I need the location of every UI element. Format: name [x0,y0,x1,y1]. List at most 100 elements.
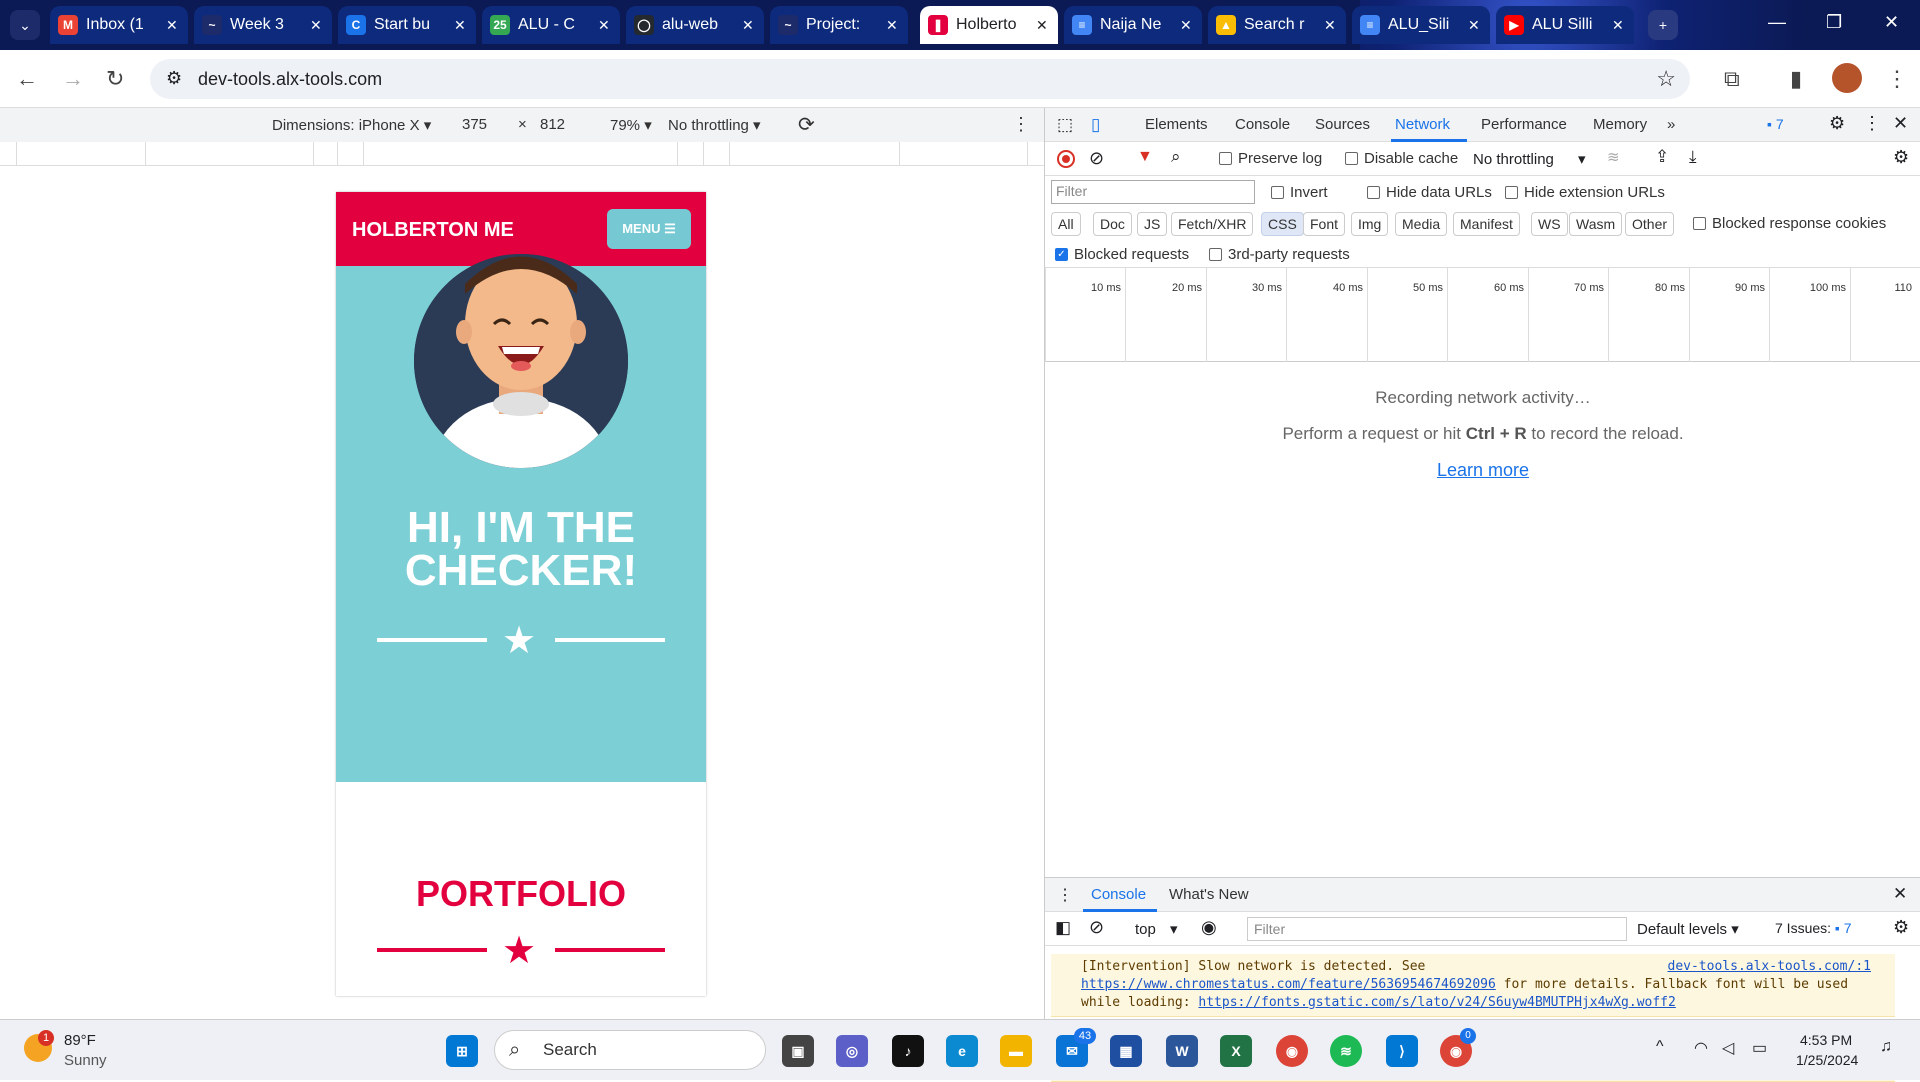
side-panel-icon[interactable]: ▮ [1790,66,1802,92]
device-select[interactable]: Dimensions: iPhone X ▾ [272,116,431,134]
tray-chevron-icon[interactable]: ^ [1656,1038,1664,1056]
devtools-menu-icon[interactable]: ⋮ [1863,113,1881,134]
console-settings-icon[interactable]: ⚙ [1893,917,1909,938]
issues-badge[interactable]: ▪ 7 [1767,116,1784,132]
hide-data-urls-checkbox[interactable]: Hide data URLs [1367,184,1492,201]
word-icon[interactable]: W [1166,1035,1198,1067]
export-har-icon[interactable]: ⤓ [1689,147,1697,167]
network-filter-input[interactable]: Filter [1051,180,1255,204]
tab-memory[interactable]: Memory [1593,116,1647,133]
browser-tab[interactable]: ▶ ALU Silli ✕ [1496,6,1634,44]
kebab-menu-icon[interactable]: ⋮ [1886,66,1908,92]
clock-date[interactable]: 1/25/2024 [1796,1052,1858,1068]
browser-tab[interactable]: ◯ alu-web ✕ [626,6,764,44]
close-tab-icon[interactable]: ✕ [1036,17,1050,34]
clear-console-icon[interactable]: ⊘ [1089,917,1104,938]
more-tabs-icon[interactable]: » [1667,116,1675,133]
issues-link[interactable]: 7 Issues: ▪ 7 [1775,920,1852,936]
type-fetch-xhr[interactable]: Fetch/XHR [1171,212,1254,236]
third-party-checkbox[interactable]: 3rd-party requests [1209,246,1350,263]
hide-extension-urls-checkbox[interactable]: Hide extension URLs [1505,184,1665,201]
console-filter-input[interactable]: Filter [1247,917,1627,941]
temperature[interactable]: 89°F [64,1032,96,1049]
height-field[interactable]: 812 [540,116,565,133]
close-tab-icon[interactable]: ✕ [1468,17,1482,34]
store-icon[interactable]: ▦ [1110,1035,1142,1067]
type-media[interactable]: Media [1395,212,1448,236]
type-css[interactable]: CSS [1261,212,1304,236]
spotify-icon[interactable]: ≋ [1330,1035,1362,1067]
type-doc[interactable]: Doc [1093,212,1132,236]
teams-icon[interactable]: ◎ [836,1035,868,1067]
close-tab-icon[interactable]: ✕ [886,17,900,34]
network-conditions-icon[interactable]: ≋ [1607,148,1620,166]
browser-tab[interactable]: C Start bu ✕ [338,6,476,44]
message-source[interactable]: dev-tools.alx-tools.com/:1 [1668,958,1872,976]
tab-elements[interactable]: Elements [1145,116,1208,133]
browser-tab[interactable]: M Inbox (1 ✕ [50,6,188,44]
learn-more-link[interactable]: Learn more [1437,460,1529,480]
edge-icon[interactable]: e [946,1035,978,1067]
brand-logo[interactable]: HOLBERTON ME [352,219,514,242]
browser-tab[interactable]: ▲ Search r ✕ [1208,6,1346,44]
taskbar-search[interactable]: ⌕ Search [494,1030,766,1070]
volume-icon[interactable]: ◁ [1722,1038,1734,1058]
blocked-requests-checkbox[interactable]: ✓ Blocked requests [1055,246,1189,263]
zoom-select[interactable]: 79% ▾ [610,116,652,134]
levels-select[interactable]: Default levels ▾ [1637,920,1739,938]
browser-tab[interactable]: 25 ALU - C ✕ [482,6,620,44]
browser-tab[interactable]: ≡ ALU_Sili ✕ [1352,6,1490,44]
sidebar-toggle-icon[interactable]: ◧ [1055,918,1071,938]
drawer-menu-icon[interactable]: ⋮ [1057,885,1073,905]
import-har-icon[interactable]: ⇪ [1655,147,1669,167]
address-bar[interactable]: ⚙ dev-tools.alx-tools.com ☆ [150,59,1690,99]
bookmark-star-icon[interactable]: ☆ [1656,66,1676,92]
network-settings-icon[interactable]: ⚙ [1893,147,1909,168]
filter-icon[interactable]: ▼ [1137,148,1153,166]
close-tab-icon[interactable]: ✕ [1612,17,1626,34]
forward-icon[interactable]: → [62,66,84,92]
device-toggle-icon[interactable]: ▯ [1091,115,1100,135]
disable-cache-checkbox[interactable]: Disable cache [1345,150,1458,167]
more-options-icon[interactable]: ⋮ [1012,114,1030,135]
record-icon[interactable] [1057,150,1075,168]
tab-search-button[interactable]: ⌄ [10,10,40,40]
throttle-select[interactable]: No throttling ▾ [668,116,761,134]
tab-console[interactable]: Console [1235,116,1290,133]
excel-icon[interactable]: X [1220,1035,1252,1067]
type-manifest[interactable]: Manifest [1453,212,1520,236]
close-drawer-icon[interactable]: ✕ [1893,884,1907,904]
clock-time[interactable]: 4:53 PM [1800,1032,1852,1048]
eye-icon[interactable]: ◉ [1201,917,1217,938]
task-view-icon[interactable]: ▣ [782,1035,814,1067]
browser-tab[interactable]: ~ Week 3 ✕ [194,6,332,44]
drawer-tab-whats-new[interactable]: What's New [1169,886,1249,903]
close-tab-icon[interactable]: ✕ [598,17,612,34]
search-icon[interactable]: ⌕ [1171,147,1181,167]
clear-icon[interactable]: ⊘ [1089,148,1104,169]
new-tab-button[interactable]: + [1648,10,1678,40]
inspect-icon[interactable]: ⬚ [1057,115,1073,135]
tiktok-icon[interactable]: ♪ [892,1035,924,1067]
type-font[interactable]: Font [1303,212,1346,236]
wifi-icon[interactable]: ◠ [1694,1038,1708,1058]
battery-icon[interactable]: ▭ [1752,1038,1767,1058]
extensions-icon[interactable]: ⧉ [1724,66,1740,92]
type-wasm[interactable]: Wasm [1569,212,1623,236]
close-tab-icon[interactable]: ✕ [742,17,756,34]
close-tab-icon[interactable]: ✕ [454,17,468,34]
settings-icon[interactable]: ⚙ [1829,113,1845,134]
width-field[interactable]: 375 [462,116,487,133]
message-link[interactable]: https://www.chromestatus.com/feature/563… [1081,977,1496,992]
drawer-tab-console[interactable]: Console [1091,886,1146,903]
type-js[interactable]: JS [1137,212,1168,236]
vscode-icon[interactable]: ⟩ [1386,1035,1418,1067]
notification-bell-icon[interactable]: ♫ [1880,1038,1892,1056]
invert-checkbox[interactable]: Invert [1271,184,1328,201]
file-explorer-icon[interactable]: ▬ [1000,1035,1032,1067]
tab-sources[interactable]: Sources [1315,116,1370,133]
close-tab-icon[interactable]: ✕ [310,17,324,34]
reload-icon[interactable]: ↻ [106,66,124,92]
minimize-icon[interactable]: — [1768,12,1786,33]
preserve-log-checkbox[interactable]: Preserve log [1219,150,1322,167]
